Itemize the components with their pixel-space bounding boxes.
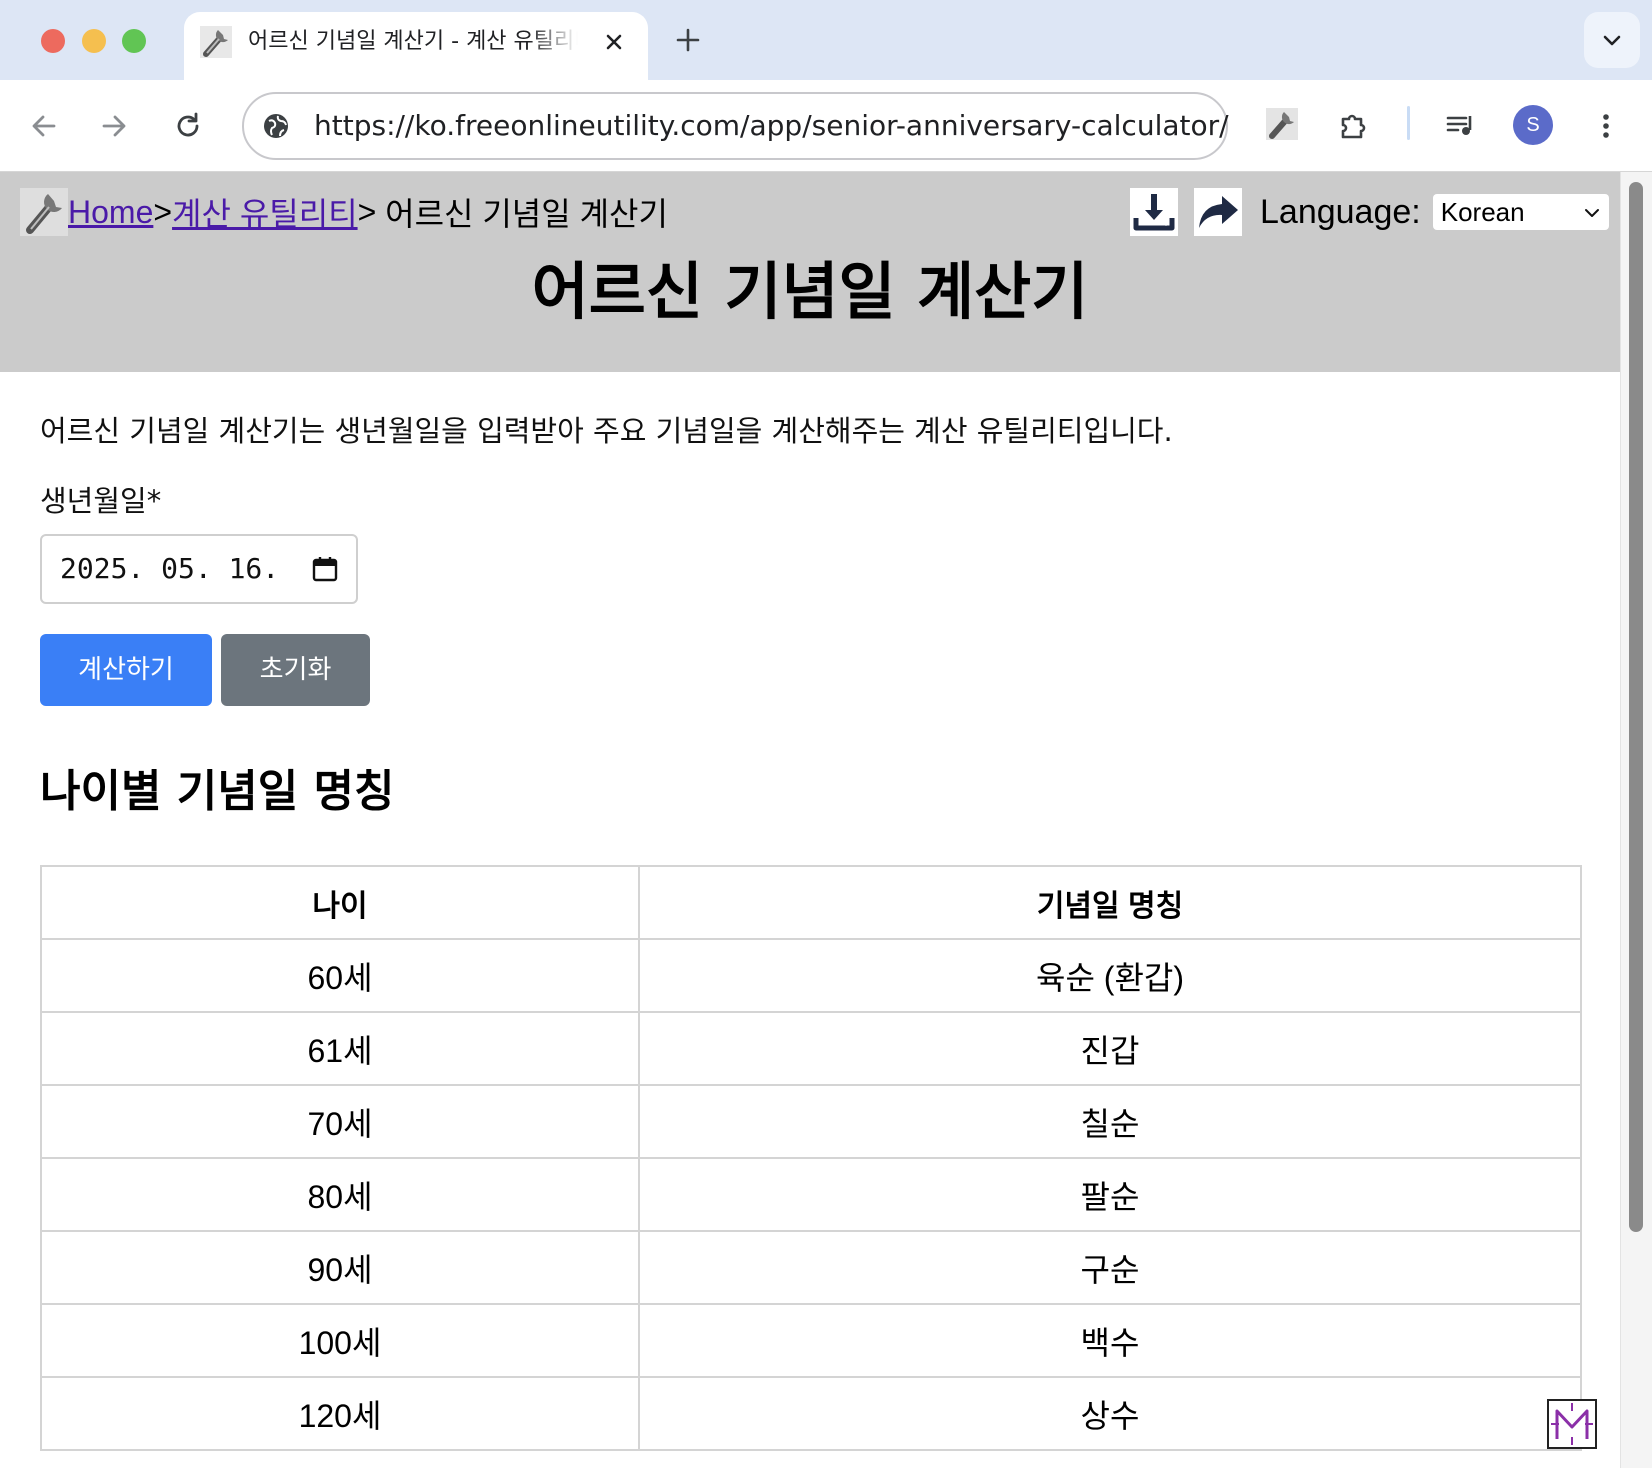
table-row: 60세 육순 (환갑) — [40, 938, 1582, 1013]
site-logo-icon[interactable] — [20, 188, 68, 236]
table-header-row: 나이 기념일 명칭 — [40, 865, 1582, 940]
extensions-icon[interactable] — [1336, 108, 1372, 144]
tab-title: 어르신 기념일 계산기 - 계산 유틸리티 — [248, 29, 578, 54]
language-select[interactable]: Korean — [1432, 194, 1609, 230]
section-title: 나이별 기념일 명칭 — [40, 766, 395, 817]
scrollbar-thumb[interactable] — [1629, 182, 1643, 1232]
address-bar[interactable]: https://ko.freeonlineutility.com/app/sen… — [242, 92, 1229, 160]
age-cell: 61세 — [40, 1011, 640, 1086]
breadcrumb-current: 어르신 기념일 계산기 — [376, 196, 668, 232]
back-icon[interactable] — [26, 108, 62, 144]
table-row: 100세 백수 — [40, 1303, 1582, 1378]
anniversary-name-cell: 상수 — [638, 1376, 1582, 1451]
share-icon — [1199, 196, 1238, 228]
age-cell: 100세 — [40, 1303, 640, 1378]
browser-toolbar: https://ko.freeonlineutility.com/app/sen… — [0, 80, 1652, 172]
media-icon[interactable] — [1442, 108, 1478, 144]
window-minimize-button[interactable] — [82, 29, 106, 53]
breadcrumb-separator: > — [357, 193, 377, 230]
url-text: https://ko.freeonlineutility.com/app/sen… — [314, 109, 1229, 142]
anniversary-name-cell: 육순 (환갑) — [638, 938, 1582, 1013]
table-row: 70세 칠순 — [40, 1084, 1582, 1159]
age-cell: 60세 — [40, 938, 640, 1013]
window-zoom-button[interactable] — [122, 29, 146, 53]
new-tab-icon[interactable] — [672, 24, 704, 56]
tab-search-button[interactable] — [1584, 12, 1640, 68]
window-close-button[interactable] — [41, 29, 65, 53]
breadcrumb-home-link[interactable]: Home — [68, 194, 153, 231]
calendar-icon[interactable] — [312, 556, 338, 582]
table-row: 120세 상수 — [40, 1376, 1582, 1451]
active-tab[interactable]: 어르신 기념일 계산기 - 계산 유틸리티 — [184, 12, 648, 80]
chevron-down-icon — [1584, 209, 1599, 217]
wrench-favicon-icon — [200, 26, 232, 58]
browser-tab-strip: 어르신 기념일 계산기 - 계산 유틸리티 — [0, 0, 1652, 80]
breadcrumb-category-link[interactable]: 계산 유틸리티 — [172, 189, 358, 235]
column-header-age: 나이 — [40, 865, 640, 940]
page-viewport: Home > 계산 유틸리티 > 어르신 기념일 계산기 Language: K… — [0, 172, 1652, 1468]
table-row: 80세 팔순 — [40, 1157, 1582, 1232]
table-row: 90세 구순 — [40, 1230, 1582, 1305]
share-button[interactable] — [1194, 188, 1242, 236]
age-cell: 120세 — [40, 1376, 640, 1451]
birthdate-input[interactable]: 2025. 05. 16. — [40, 534, 358, 604]
chevron-down-icon — [1603, 35, 1621, 46]
birthdate-label: 생년월일* — [40, 484, 162, 518]
breadcrumb-separator: > — [153, 193, 173, 230]
header-tools: Language: Korean — [1130, 188, 1609, 236]
download-icon — [1133, 194, 1175, 231]
anniversary-name-cell: 구순 — [638, 1230, 1582, 1305]
globe-icon[interactable] — [260, 110, 292, 142]
download-button[interactable] — [1130, 188, 1178, 236]
forward-icon[interactable] — [96, 108, 132, 144]
birthdate-value: 2025. 05. 16. — [60, 552, 280, 585]
profile-avatar[interactable]: S — [1513, 105, 1553, 145]
table-row: 61세 진갑 — [40, 1011, 1582, 1086]
reload-icon[interactable] — [170, 108, 206, 144]
breadcrumb: Home > 계산 유틸리티 > 어르신 기념일 계산기 — [20, 188, 668, 236]
floating-widget-icon[interactable] — [1547, 1399, 1597, 1449]
page-scrollbar[interactable] — [1620, 172, 1652, 1468]
calculate-button[interactable]: 계산하기 — [40, 634, 212, 706]
anniversary-name-cell: 진갑 — [638, 1011, 1582, 1086]
anniversary-table: 나이 기념일 명칭 60세 육순 (환갑) 61세 진갑 70세 칠순 80세 … — [40, 865, 1582, 1451]
age-cell: 70세 — [40, 1084, 640, 1159]
toolbar-divider — [1407, 106, 1410, 140]
anniversary-table-container: 나이 기념일 명칭 60세 육순 (환갑) 61세 진갑 70세 칠순 80세 … — [40, 865, 1582, 1451]
anniversary-name-cell: 백수 — [638, 1303, 1582, 1378]
column-header-name: 기념일 명칭 — [638, 865, 1582, 940]
anniversary-name-cell: 칠순 — [638, 1084, 1582, 1159]
age-cell: 90세 — [40, 1230, 640, 1305]
wrench-extension-icon[interactable] — [1264, 106, 1300, 142]
tool-description: 어르신 기념일 계산기는 생년월일을 입력받아 주요 기념일을 계산해주는 계산… — [40, 414, 1173, 448]
more-icon[interactable] — [1588, 108, 1624, 144]
language-select-value: Korean — [1440, 197, 1525, 227]
anniversary-name-cell: 팔순 — [638, 1157, 1582, 1232]
site-header: Home > 계산 유틸리티 > 어르신 기념일 계산기 Language: K… — [0, 172, 1620, 372]
tab-close-icon[interactable] — [600, 28, 628, 56]
age-cell: 80세 — [40, 1157, 640, 1232]
language-label: Language: — [1260, 192, 1421, 231]
page-title: 어르신 기념일 계산기 — [531, 255, 1089, 328]
reset-button[interactable]: 초기화 — [221, 634, 370, 706]
